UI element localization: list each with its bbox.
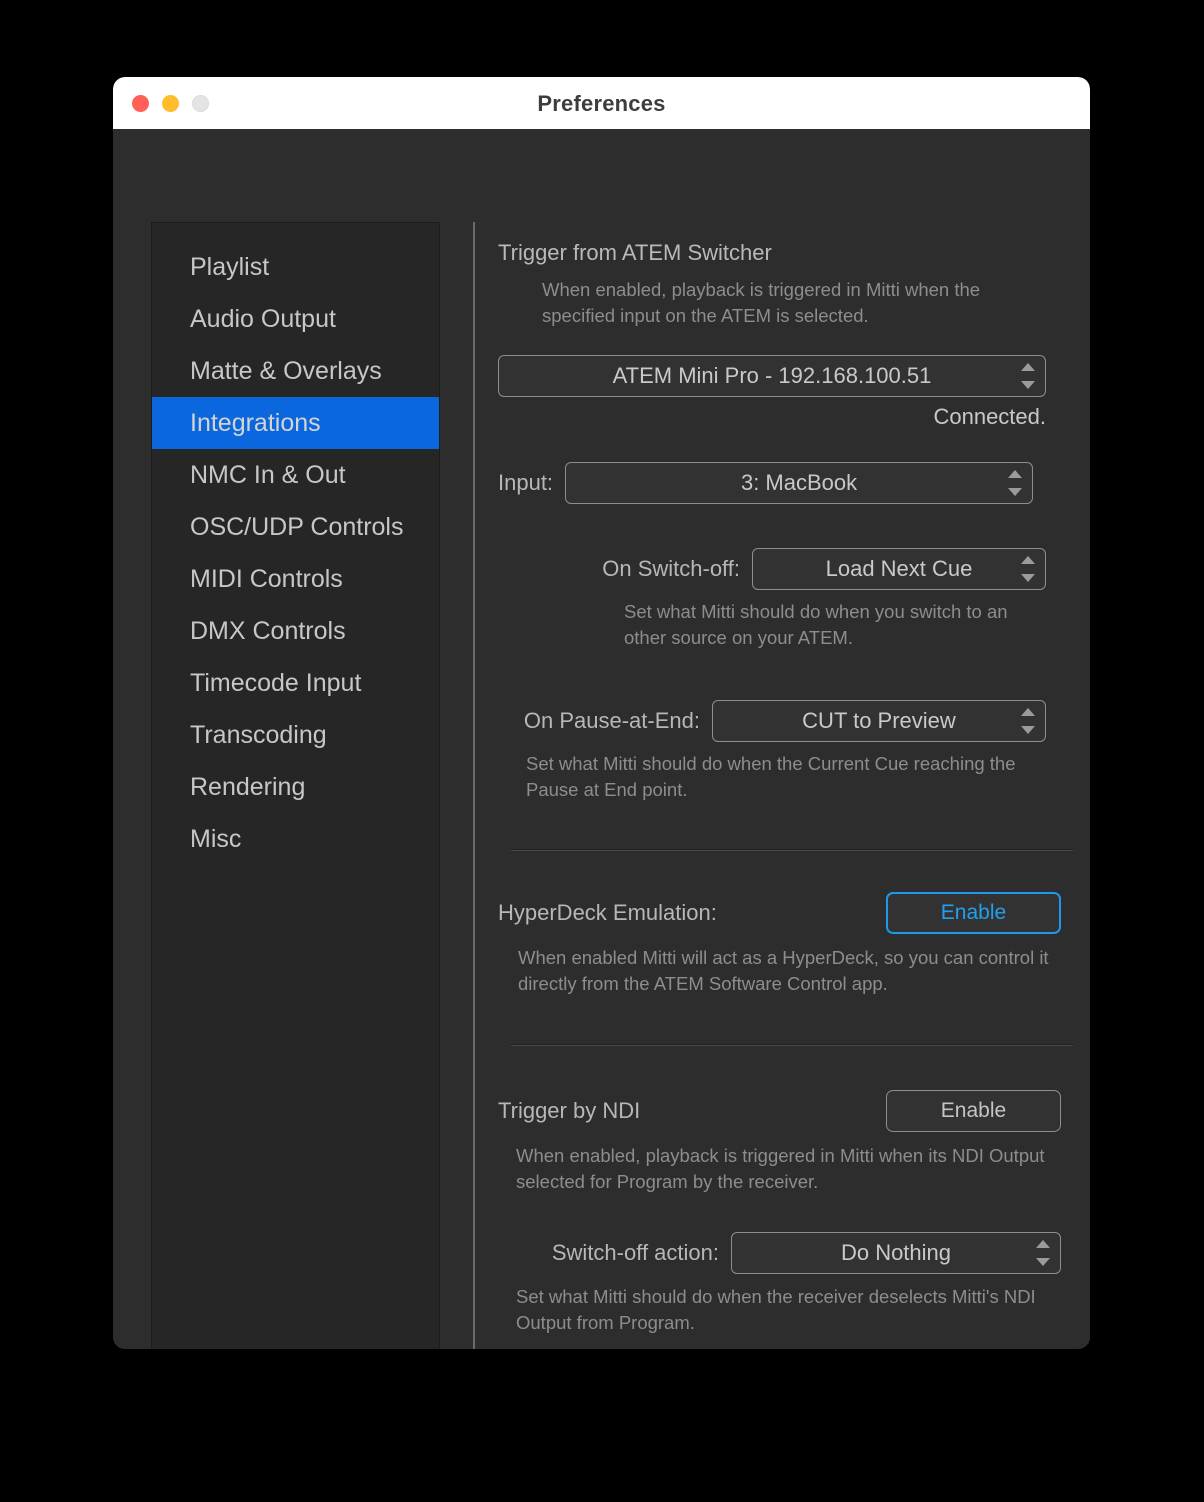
atem-switch-off-label: On Switch-off: [602, 556, 740, 582]
sidebar-item-misc[interactable]: Misc [152, 813, 439, 865]
ndi-description: When enabled, playback is triggered in M… [516, 1143, 1056, 1195]
atem-device-select[interactable]: ATEM Mini Pro - 192.168.100.51 [498, 355, 1046, 397]
ndi-switch-off-row: Switch-off action: Do Nothing [498, 1232, 1061, 1274]
atem-input-select[interactable]: 3: MacBook [565, 462, 1033, 504]
atem-pause-at-end-select-value: CUT to Preview [772, 708, 986, 734]
atem-section-description: When enabled, playback is triggered in M… [542, 277, 1057, 329]
section-separator-2 [511, 1044, 1073, 1046]
atem-pause-at-end-row: On Pause-at-End: CUT to Preview [498, 700, 1046, 742]
chevron-updown-icon [1036, 1240, 1050, 1266]
chevron-updown-icon [1008, 470, 1022, 496]
ndi-enable-button[interactable]: Enable [886, 1090, 1061, 1132]
atem-connection-status: Connected. [498, 404, 1046, 430]
sidebar-item-nmc-in-out[interactable]: NMC In & Out [152, 449, 439, 501]
window-body: Playlist Audio Output Matte & Overlays I… [113, 129, 1090, 1349]
hyperdeck-description: When enabled Mitti will act as a HyperDe… [518, 945, 1058, 997]
atem-section-title: Trigger from ATEM Switcher [498, 240, 772, 266]
sidebar-item-transcoding[interactable]: Transcoding [152, 709, 439, 761]
ndi-switch-off-select[interactable]: Do Nothing [731, 1232, 1061, 1274]
window-title: Preferences [113, 91, 1090, 117]
sidebar-item-osc-udp-controls[interactable]: OSC/UDP Controls [152, 501, 439, 553]
atem-switch-off-select[interactable]: Load Next Cue [752, 548, 1046, 590]
chevron-updown-icon [1021, 556, 1035, 582]
atem-switch-off-select-value: Load Next Cue [796, 556, 1003, 582]
hyperdeck-label: HyperDeck Emulation: [498, 900, 717, 926]
sidebar-item-playlist[interactable]: Playlist [152, 241, 439, 293]
ndi-switch-off-hint: Set what Mitti should do when the receiv… [516, 1284, 1056, 1336]
atem-switch-off-hint: Set what Mitti should do when you switch… [624, 599, 1044, 651]
sidebar-divider [473, 222, 475, 1349]
atem-input-row: Input: 3: MacBook [498, 462, 1046, 504]
preferences-window: Preferences Playlist Audio Output Matte … [113, 77, 1090, 1349]
atem-input-select-value: 3: MacBook [711, 470, 887, 496]
atem-pause-at-end-select[interactable]: CUT to Preview [712, 700, 1046, 742]
ndi-switch-off-select-value: Do Nothing [811, 1240, 981, 1266]
sidebar-item-audio-output[interactable]: Audio Output [152, 293, 439, 345]
sidebar-item-rendering[interactable]: Rendering [152, 761, 439, 813]
atem-input-label: Input: [498, 470, 553, 496]
hyperdeck-enable-button[interactable]: Enable [886, 892, 1061, 934]
sidebar-item-matte-overlays[interactable]: Matte & Overlays [152, 345, 439, 397]
ndi-section-title: Trigger by NDI [498, 1098, 640, 1124]
ndi-switch-off-label: Switch-off action: [552, 1240, 719, 1266]
preferences-sidebar: Playlist Audio Output Matte & Overlays I… [151, 222, 440, 1349]
chevron-updown-icon [1021, 363, 1035, 389]
sidebar-item-integrations[interactable]: Integrations [152, 397, 439, 449]
section-separator-1 [511, 849, 1073, 851]
atem-pause-at-end-label: On Pause-at-End: [524, 708, 700, 734]
sidebar-item-dmx-controls[interactable]: DMX Controls [152, 605, 439, 657]
integrations-pane: Trigger from ATEM Switcher When enabled,… [498, 222, 1074, 1349]
hyperdeck-row: HyperDeck Emulation: Enable [498, 892, 1061, 934]
atem-pause-at-end-hint: Set what Mitti should do when the Curren… [526, 751, 1054, 803]
atem-device-select-value: ATEM Mini Pro - 192.168.100.51 [583, 363, 962, 389]
sidebar-item-timecode-input[interactable]: Timecode Input [152, 657, 439, 709]
sidebar-item-midi-controls[interactable]: MIDI Controls [152, 553, 439, 605]
atem-switch-off-row: On Switch-off: Load Next Cue [498, 548, 1046, 590]
ndi-row: Trigger by NDI Enable [498, 1090, 1061, 1132]
chevron-updown-icon [1021, 708, 1035, 734]
window-titlebar: Preferences [113, 77, 1090, 129]
